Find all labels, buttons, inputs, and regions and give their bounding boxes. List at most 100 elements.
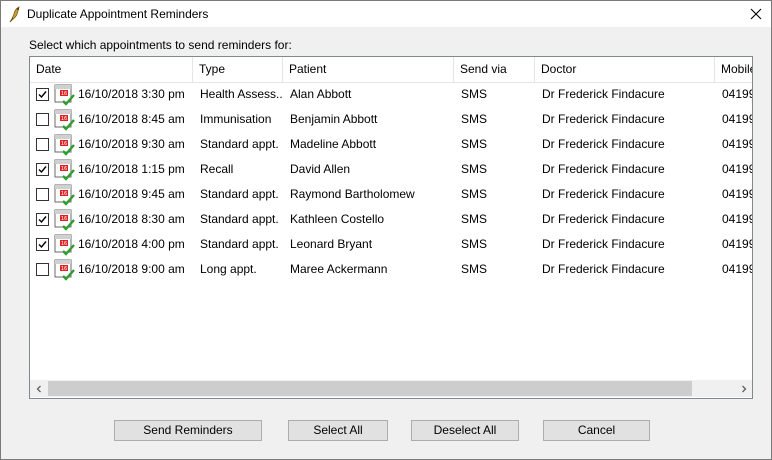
cell-type: Standard appt.: [200, 137, 279, 151]
cell-mobile: 04199: [722, 212, 753, 226]
cell-doctor: Dr Frederick Findacure: [542, 112, 665, 126]
row-checkbox[interactable]: [36, 238, 49, 251]
svg-text:16: 16: [61, 116, 67, 122]
svg-text:16: 16: [61, 266, 67, 272]
cell-mobile: 04199: [722, 162, 753, 176]
scroll-left-button[interactable]: [30, 380, 47, 397]
deselect-all-button[interactable]: Deselect All: [411, 420, 519, 441]
cell-doctor: Dr Frederick Findacure: [542, 87, 665, 101]
cell-patient: Leonard Bryant: [290, 237, 373, 251]
table-row[interactable]: 16 16/10/2018 9:45 am Standard appt. Raymon…: [30, 182, 752, 207]
cell-mobile: 04199: [722, 137, 753, 151]
table-row[interactable]: 16 16/10/2018 1:15 pm Recall David Allen SMS…: [30, 157, 752, 182]
instruction-text: Select which appointments to send remind…: [29, 38, 292, 52]
table-row[interactable]: 16 16/10/2018 4:00 pm Standard appt. Leonar…: [30, 232, 752, 257]
select-all-button[interactable]: Select All: [288, 420, 388, 441]
cell-patient: Kathleen Costello: [290, 212, 385, 226]
chevron-right-icon: [741, 385, 746, 392]
calendar-check-icon: 16: [54, 234, 75, 256]
cell-type: Immunisation: [200, 112, 272, 126]
cell-patient: Madeline Abbott: [290, 137, 377, 151]
cell-doctor: Dr Frederick Findacure: [542, 212, 665, 226]
cell-date: 16/10/2018 8:30 am: [78, 212, 185, 226]
row-checkbox[interactable]: [36, 163, 49, 176]
cell-patient: Alan Abbott: [290, 87, 352, 101]
cancel-button[interactable]: Cancel: [543, 420, 650, 441]
calendar-check-icon: 16: [54, 84, 75, 106]
bird-app-icon: [9, 6, 20, 23]
column-header-type[interactable]: Type: [193, 57, 283, 82]
cell-doctor: Dr Frederick Findacure: [542, 262, 665, 276]
cell-send-via: SMS: [461, 162, 488, 176]
cell-send-via: SMS: [461, 237, 488, 251]
svg-text:16: 16: [61, 166, 67, 172]
svg-text:16: 16: [61, 91, 67, 97]
table-row[interactable]: 16 16/10/2018 9:00 am Long appt. Maree Acke…: [30, 257, 752, 282]
checkmark-icon: [38, 216, 47, 224]
cell-patient: Maree Ackermann: [290, 262, 388, 276]
send-reminders-button[interactable]: Send Reminders: [114, 420, 262, 441]
column-header-mobile[interactable]: Mobile: [715, 57, 752, 82]
cell-patient: Benjamin Abbott: [290, 112, 378, 126]
row-checkbox[interactable]: [36, 113, 49, 126]
svg-text:16: 16: [61, 141, 67, 147]
column-header-date[interactable]: Date: [30, 57, 193, 82]
table-row[interactable]: 16 16/10/2018 9:30 am Standard appt. Madeli…: [30, 132, 752, 157]
cell-mobile: 04199: [722, 237, 753, 251]
column-header-doctor[interactable]: Doctor: [535, 57, 715, 82]
cell-date: 16/10/2018 9:00 am: [78, 262, 185, 276]
cell-patient: Raymond Bartholomew: [290, 187, 415, 201]
cell-send-via: SMS: [461, 137, 488, 151]
cell-send-via: SMS: [461, 262, 488, 276]
calendar-check-icon: 16: [54, 259, 75, 281]
row-checkbox[interactable]: [36, 138, 49, 151]
dialog-window: Duplicate Appointment Reminders Select w…: [0, 0, 772, 460]
row-checkbox[interactable]: [36, 88, 49, 101]
title-bar: Duplicate Appointment Reminders: [1, 1, 771, 27]
row-checkbox[interactable]: [36, 213, 49, 226]
column-header-send-via[interactable]: Send via: [454, 57, 535, 82]
cell-doctor: Dr Frederick Findacure: [542, 237, 665, 251]
svg-text:16: 16: [61, 216, 67, 222]
cell-type: Standard appt.: [200, 237, 279, 251]
cell-patient: David Allen: [290, 162, 351, 176]
calendar-check-icon: 16: [54, 159, 75, 181]
checkmark-icon: [38, 241, 47, 249]
row-checkbox[interactable]: [36, 263, 49, 276]
cell-mobile: 04199: [722, 187, 753, 201]
cell-mobile: 04199: [722, 87, 753, 101]
column-header-patient[interactable]: Patient: [283, 57, 454, 82]
cell-type: Health Assess...: [200, 87, 283, 101]
cell-type: Recall: [200, 162, 234, 176]
cell-mobile: 04199: [722, 262, 753, 276]
list-header: Date Type Patient Send via Doctor Mobile: [30, 57, 752, 83]
svg-text:16: 16: [61, 241, 67, 247]
calendar-check-icon: 16: [54, 209, 75, 231]
cell-type: Standard appt.: [200, 187, 279, 201]
cell-date: 16/10/2018 8:45 am: [78, 112, 185, 126]
cell-mobile: 04199: [722, 112, 753, 126]
cell-date: 16/10/2018 4:00 pm: [78, 237, 185, 251]
calendar-check-icon: 16: [54, 134, 75, 156]
calendar-check-icon: 16: [54, 109, 75, 131]
cell-date: 16/10/2018 9:45 am: [78, 187, 185, 201]
row-checkbox[interactable]: [36, 188, 49, 201]
table-row[interactable]: 16 16/10/2018 3:30 pm Health Assess... Alan…: [30, 82, 752, 107]
horizontal-scrollbar[interactable]: [30, 380, 752, 397]
cell-send-via: SMS: [461, 112, 488, 126]
window-title: Duplicate Appointment Reminders: [27, 7, 209, 21]
appointments-list[interactable]: Date Type Patient Send via Doctor Mobile…: [29, 56, 753, 399]
chevron-left-icon: [36, 385, 41, 392]
close-button[interactable]: [741, 1, 771, 27]
cell-date: 16/10/2018 1:15 pm: [78, 162, 185, 176]
svg-text:16: 16: [61, 191, 67, 197]
cell-doctor: Dr Frederick Findacure: [542, 187, 665, 201]
close-icon: [750, 8, 762, 20]
table-row[interactable]: 16 16/10/2018 8:30 am Standard appt. Kathle…: [30, 207, 752, 232]
cell-doctor: Dr Frederick Findacure: [542, 137, 665, 151]
table-row[interactable]: 16 16/10/2018 8:45 am Immunisation Benjamin…: [30, 107, 752, 132]
cell-send-via: SMS: [461, 212, 488, 226]
checkmark-icon: [38, 91, 47, 99]
scroll-thumb[interactable]: [48, 381, 692, 396]
scroll-right-button[interactable]: [735, 380, 752, 397]
